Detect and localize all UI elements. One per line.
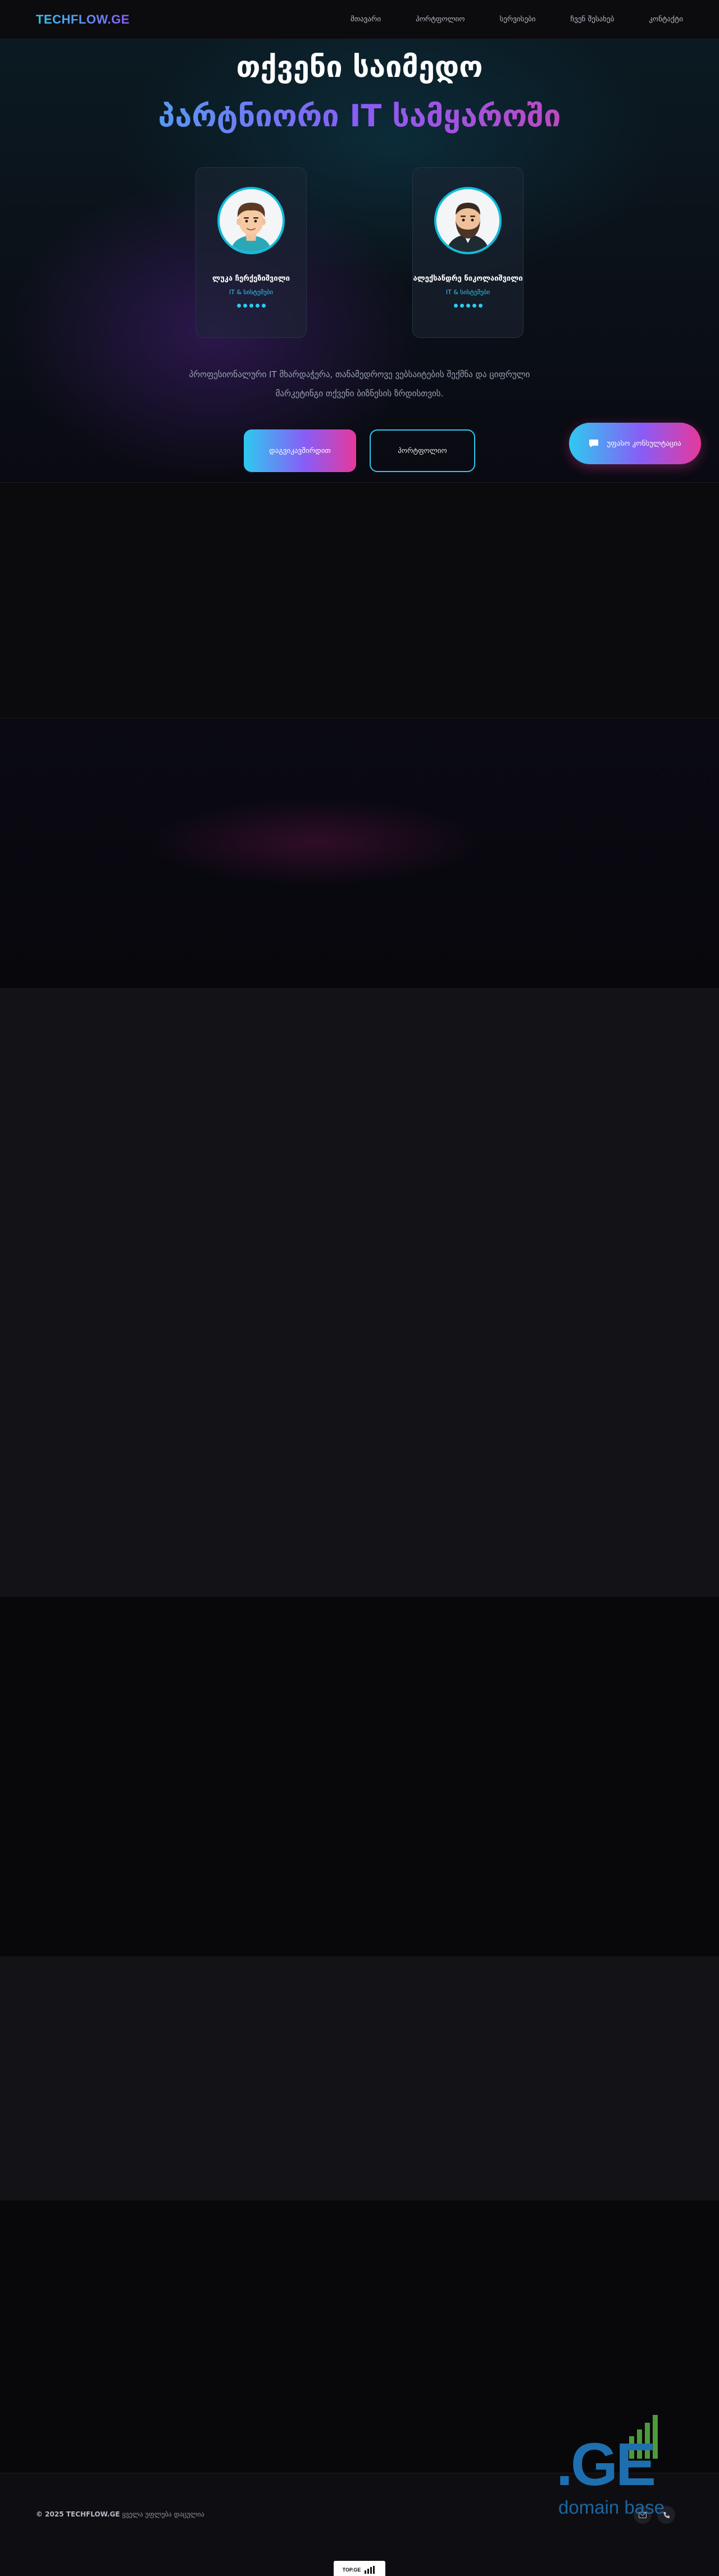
rating-dots	[453, 304, 483, 308]
section-placeholder	[0, 719, 719, 988]
avatar	[220, 189, 283, 252]
portfolio-button[interactable]: პორტფოლიო	[370, 429, 475, 472]
nav-link-contact[interactable]: კონტაქტი	[649, 15, 683, 24]
rating-dot	[261, 304, 266, 308]
rating-dot	[236, 304, 241, 308]
rating-dot	[459, 304, 464, 308]
rating-dot	[249, 304, 253, 308]
hero-title-line1: თქვენი საიმედო	[236, 51, 483, 84]
watermark-mark: .GE	[556, 2430, 656, 2498]
site-logo[interactable]: TECHFLOW.GE	[36, 12, 130, 27]
section-placeholder	[0, 988, 719, 1597]
copyright-text: ყველა უფლება დაცულია	[122, 2510, 204, 2518]
member-name: ლუკა ჩერქეზიშვილი	[212, 274, 290, 283]
rating-dot	[243, 304, 247, 308]
rating-dot	[466, 304, 470, 308]
team-card: ლუკა ჩერქეზიშვილი IT & სისტემები	[195, 167, 307, 338]
section-placeholder	[0, 1956, 719, 2200]
rating-dot	[478, 304, 483, 308]
copyright: © 2025 TECHFLOW.GE ყველა უფლება დაცულია	[36, 2510, 204, 2518]
hero-section: თქვენი საიმედო პარტნიორი IT სამყაროში ლუ…	[0, 39, 719, 483]
member-role: IT & სისტემები	[445, 289, 490, 296]
bar-chart-icon	[365, 2566, 375, 2574]
section-placeholder	[0, 483, 719, 719]
nav-link-services[interactable]: სერვისები	[500, 15, 536, 24]
copyright-brand: © 2025 TECHFLOW.GE	[36, 2510, 120, 2518]
nav-link-home[interactable]: მთავარი	[351, 15, 381, 24]
navbar: TECHFLOW.GE მთავარი პორტფოლიო სერვისები …	[0, 0, 719, 39]
rating-dots	[236, 304, 266, 308]
member-name: ალექსანდრე ნიკოლაიშვილი	[413, 274, 523, 283]
consultation-label: უფასო კონსულტაცია	[607, 439, 681, 448]
badge-label: TOP.GE	[342, 2567, 361, 2573]
young-man-avatar-icon	[220, 189, 283, 252]
bearded-man-avatar-icon	[436, 189, 499, 252]
domain-base-watermark: .GE domain base	[556, 2414, 680, 2518]
rating-dot	[255, 304, 260, 308]
avatar	[436, 189, 499, 252]
rating-dot	[453, 304, 458, 308]
hero-title-line2: პარტნიორი IT სამყაროში	[0, 98, 719, 134]
top-ge-counter-badge[interactable]: TOP.GE	[334, 2561, 385, 2576]
chat-icon	[589, 440, 599, 447]
avatar-ring	[434, 187, 502, 254]
rating-dot	[472, 304, 476, 308]
team-card: ალექსანდრე ნიკოლაიშვილი IT & სისტემები	[412, 167, 524, 338]
main-nav: მთავარი პორტფოლიო სერვისები ჩვენ შესახებ…	[351, 15, 683, 24]
avatar-ring	[217, 187, 285, 254]
page: TECHFLOW.GE მთავარი პორტფოლიო სერვისები …	[0, 0, 719, 2576]
contact-us-button[interactable]: დაგვიკავშირდით	[244, 429, 356, 472]
watermark-text: domain base	[558, 2497, 665, 2518]
nav-link-about[interactable]: ჩვენ შესახებ	[571, 15, 615, 24]
free-consultation-button[interactable]: უფასო კონსულტაცია	[569, 423, 701, 464]
hero-description: პროფესიონალური IT მხარდაჭერა, თანამედროვ…	[189, 369, 530, 399]
nav-link-portfolio[interactable]: პორტფოლიო	[416, 15, 465, 24]
section-placeholder	[0, 1597, 719, 1956]
member-role: IT & სისტემები	[229, 289, 274, 296]
